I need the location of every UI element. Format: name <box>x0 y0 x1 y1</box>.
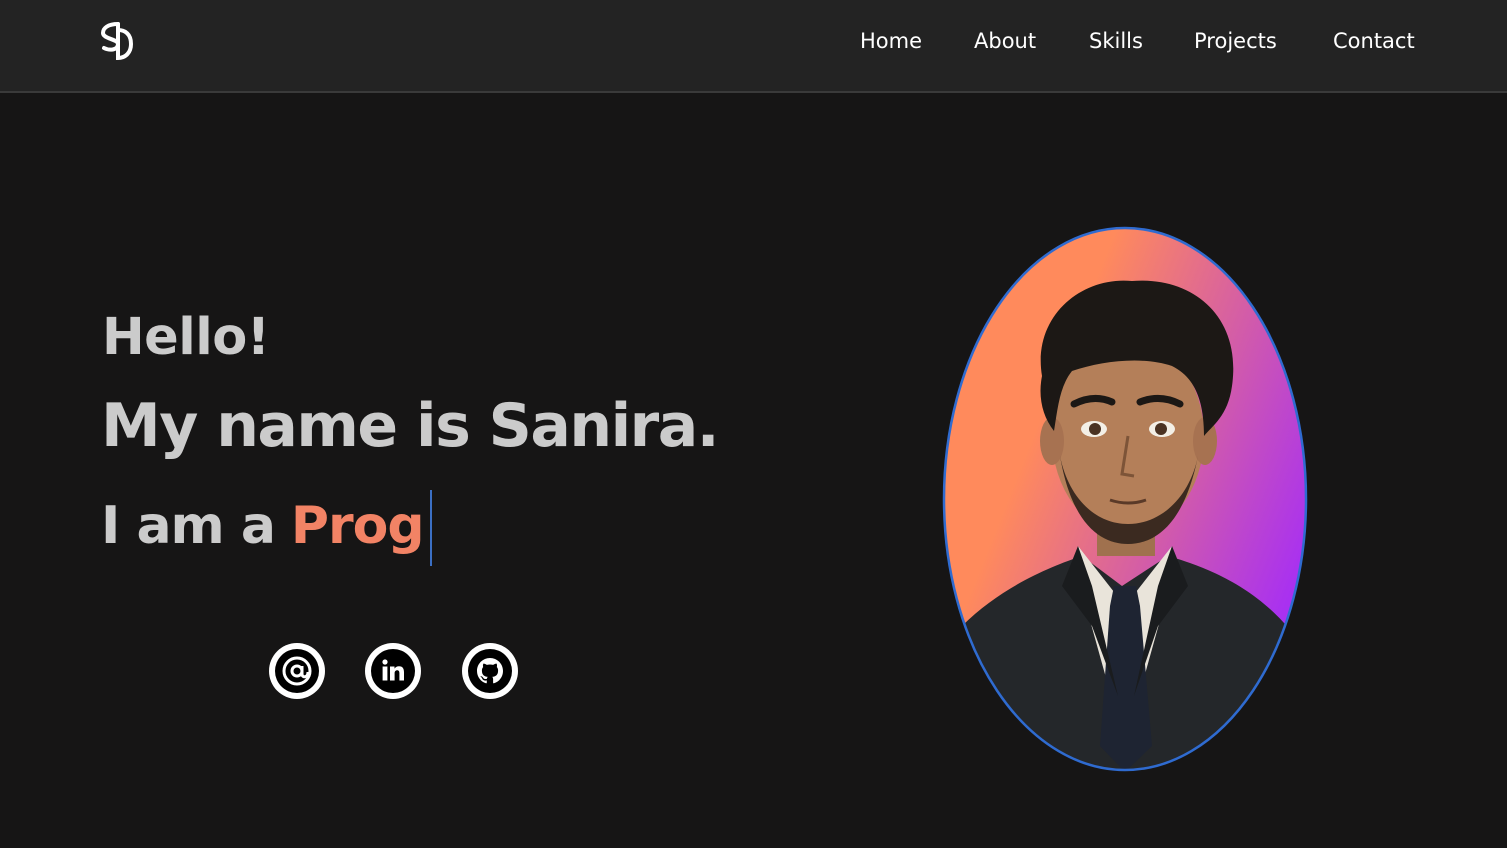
sd-monogram-logo[interactable] <box>98 20 134 64</box>
nav-contact[interactable]: Contact <box>1333 29 1415 53</box>
nav-skills[interactable]: Skills <box>1089 29 1143 53</box>
hero-greeting: Hello! <box>102 308 270 367</box>
email-link[interactable] <box>269 643 325 699</box>
hero-role-line: I am a Prog <box>101 488 432 566</box>
nav-home[interactable]: Home <box>860 29 922 53</box>
at-email-icon <box>282 656 312 686</box>
linkedin-icon <box>382 659 404 681</box>
nav-projects[interactable]: Projects <box>1194 29 1277 53</box>
github-link[interactable] <box>462 643 518 699</box>
role-prefix: I am a <box>101 496 276 556</box>
role-typed-text: Prog <box>290 496 425 556</box>
navbar: Home About Skills Projects Contact <box>0 0 1507 93</box>
linkedin-link[interactable] <box>365 643 421 699</box>
nav-about[interactable]: About <box>974 29 1036 53</box>
typing-cursor <box>429 490 432 566</box>
hero-intro: My name is Sanira. <box>101 391 720 461</box>
profile-portrait <box>942 226 1308 772</box>
github-icon <box>477 658 503 684</box>
